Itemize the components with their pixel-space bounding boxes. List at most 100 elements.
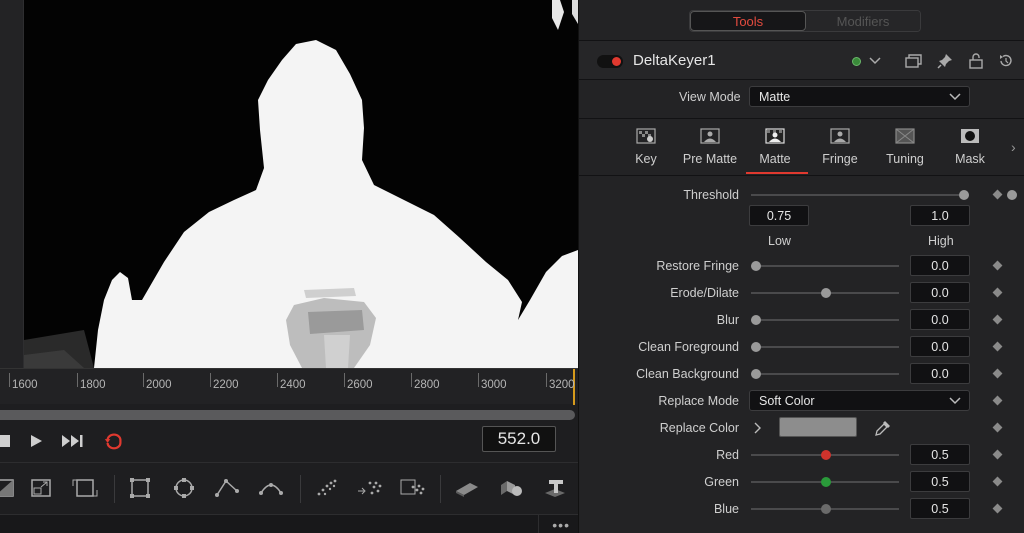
- param-label: Erode/Dilate: [670, 286, 739, 300]
- keyframe-icon[interactable]: [992, 260, 1003, 271]
- version-indicator-icon[interactable]: [847, 52, 865, 70]
- key-icon: [636, 128, 656, 144]
- subtab-mask[interactable]: Mask: [937, 119, 1003, 175]
- ruler-tick-label: 2600: [347, 379, 373, 391]
- slider-track[interactable]: [751, 265, 899, 267]
- viewer-side-strip: [0, 0, 24, 368]
- more-dots-icon: •••: [552, 517, 570, 533]
- slider-track[interactable]: [751, 346, 899, 348]
- param-value-field[interactable]: 0.0: [910, 282, 970, 303]
- param-value-field[interactable]: 0.5: [910, 444, 970, 465]
- transform-tool-icon[interactable]: [70, 473, 100, 503]
- slider-knob[interactable]: [821, 477, 831, 487]
- eyedropper-icon[interactable]: [874, 419, 890, 437]
- ellipse-mask-icon[interactable]: [169, 473, 199, 503]
- particle-emitter-icon[interactable]: [312, 473, 342, 503]
- text-3d-icon[interactable]: [540, 473, 570, 503]
- stop-icon[interactable]: [0, 430, 16, 452]
- chevron-down-icon: [949, 397, 961, 405]
- keyframe-icon[interactable]: [992, 422, 1003, 433]
- play-icon[interactable]: [25, 430, 47, 452]
- slider-knob[interactable]: [821, 450, 831, 460]
- keyframe-icon[interactable]: [992, 503, 1003, 514]
- image-plane-3d-icon[interactable]: [451, 473, 481, 503]
- tuning-icon: [895, 128, 915, 144]
- slider-knob[interactable]: [821, 288, 831, 298]
- particle-style-icon[interactable]: [398, 473, 428, 503]
- ruler-tick: [411, 373, 412, 387]
- subtab-pre-matte[interactable]: Pre Matte: [677, 119, 743, 175]
- replace-mode-row: Replace Mode Soft Color: [579, 390, 1024, 412]
- timeline-ruler[interactable]: 1600 1800 2000 2200 2400 2600 2800 3000 3200: [0, 368, 578, 405]
- threshold-high-knob[interactable]: [959, 190, 969, 200]
- param-value-field[interactable]: 0.0: [910, 309, 970, 330]
- threshold-low-label: Low: [768, 234, 791, 248]
- node-enable-toggle[interactable]: [597, 55, 623, 68]
- subtab-key[interactable]: Key: [613, 119, 679, 175]
- chevron-right-icon[interactable]: ›: [1011, 139, 1016, 155]
- param-row: Green 0.5: [579, 471, 1024, 493]
- keyframe-icon[interactable]: [992, 189, 1003, 200]
- slider-knob[interactable]: [751, 369, 761, 379]
- slider-knob[interactable]: [751, 315, 761, 325]
- subtab-tuning[interactable]: Tuning: [872, 119, 938, 175]
- view-mode-dropdown[interactable]: Matte: [749, 86, 970, 107]
- particle-render-icon[interactable]: [355, 473, 385, 503]
- param-value-field[interactable]: 0.0: [910, 336, 970, 357]
- background-tool-icon[interactable]: [0, 473, 20, 503]
- slider-knob[interactable]: [751, 261, 761, 271]
- pin-icon[interactable]: [936, 52, 954, 70]
- threshold-low-field[interactable]: 0.75: [749, 205, 809, 226]
- inspector-panel: Tools Modifiers DeltaKeyer1 View Mode Ma…: [578, 0, 1024, 533]
- tab-modifiers[interactable]: Modifiers: [806, 11, 920, 31]
- threshold-low-knob[interactable]: [1007, 190, 1017, 200]
- inspector-tabs: Tools Modifiers: [689, 10, 921, 32]
- tab-tools[interactable]: Tools: [690, 11, 806, 31]
- ruler-tick: [77, 373, 78, 387]
- viewer-panel: 1600 1800 2000 2200 2400 2600 2800 3000 3200 552…: [0, 0, 578, 533]
- keyframe-icon[interactable]: [992, 341, 1003, 352]
- expand-chevron-icon[interactable]: [753, 421, 763, 435]
- skip-to-end-icon[interactable]: [61, 430, 83, 452]
- replace-mode-dropdown[interactable]: Soft Color: [749, 390, 970, 411]
- keyframe-icon[interactable]: [992, 368, 1003, 379]
- keyframe-icon[interactable]: [992, 449, 1003, 460]
- more-options-button[interactable]: •••: [538, 515, 578, 533]
- reset-icon[interactable]: [997, 52, 1015, 70]
- param-value-field[interactable]: 0.5: [910, 498, 970, 519]
- slider-knob[interactable]: [751, 342, 761, 352]
- subtab-fringe[interactable]: Fringe: [807, 119, 873, 175]
- ruler-tick-label: 2400: [280, 379, 306, 391]
- slider-track[interactable]: [751, 373, 899, 375]
- param-value-field[interactable]: 0.0: [910, 363, 970, 384]
- threshold-track[interactable]: [751, 194, 969, 196]
- timeline-scrub-bar[interactable]: [0, 410, 575, 420]
- tools-toolbar: [0, 462, 578, 514]
- slider-track[interactable]: [751, 319, 899, 321]
- timecode-field[interactable]: 552.0: [482, 426, 556, 452]
- viewer-canvas[interactable]: [24, 0, 578, 368]
- rectangle-mask-icon[interactable]: [125, 473, 155, 503]
- lock-icon[interactable]: [967, 52, 985, 70]
- param-value-field[interactable]: 0.5: [910, 471, 970, 492]
- slider-knob[interactable]: [821, 504, 831, 514]
- loop-icon[interactable]: [103, 430, 125, 452]
- keyframe-icon[interactable]: [992, 314, 1003, 325]
- polygon-mask-icon[interactable]: [212, 473, 242, 503]
- bspline-mask-icon[interactable]: [256, 473, 286, 503]
- subtab-matte[interactable]: Matte: [742, 119, 808, 175]
- keyframe-icon[interactable]: [992, 395, 1003, 406]
- shape-3d-icon[interactable]: [496, 473, 526, 503]
- threshold-high-field[interactable]: 1.0: [910, 205, 970, 226]
- copy-window-icon[interactable]: [905, 52, 923, 70]
- ruler-tick: [546, 373, 547, 387]
- keyframe-icon[interactable]: [992, 476, 1003, 487]
- param-row: Clean Background 0.0: [579, 363, 1024, 385]
- resize-tool-icon[interactable]: [27, 473, 57, 503]
- param-label: Clean Foreground: [638, 340, 739, 354]
- subtabs-bar: Key Pre Matte Matte Fringe Tuning Mask ›: [579, 118, 1024, 176]
- param-value-field[interactable]: 0.0: [910, 255, 970, 276]
- keyframe-icon[interactable]: [992, 287, 1003, 298]
- replace-color-swatch[interactable]: [779, 417, 857, 437]
- chevron-down-icon[interactable]: [866, 52, 884, 70]
